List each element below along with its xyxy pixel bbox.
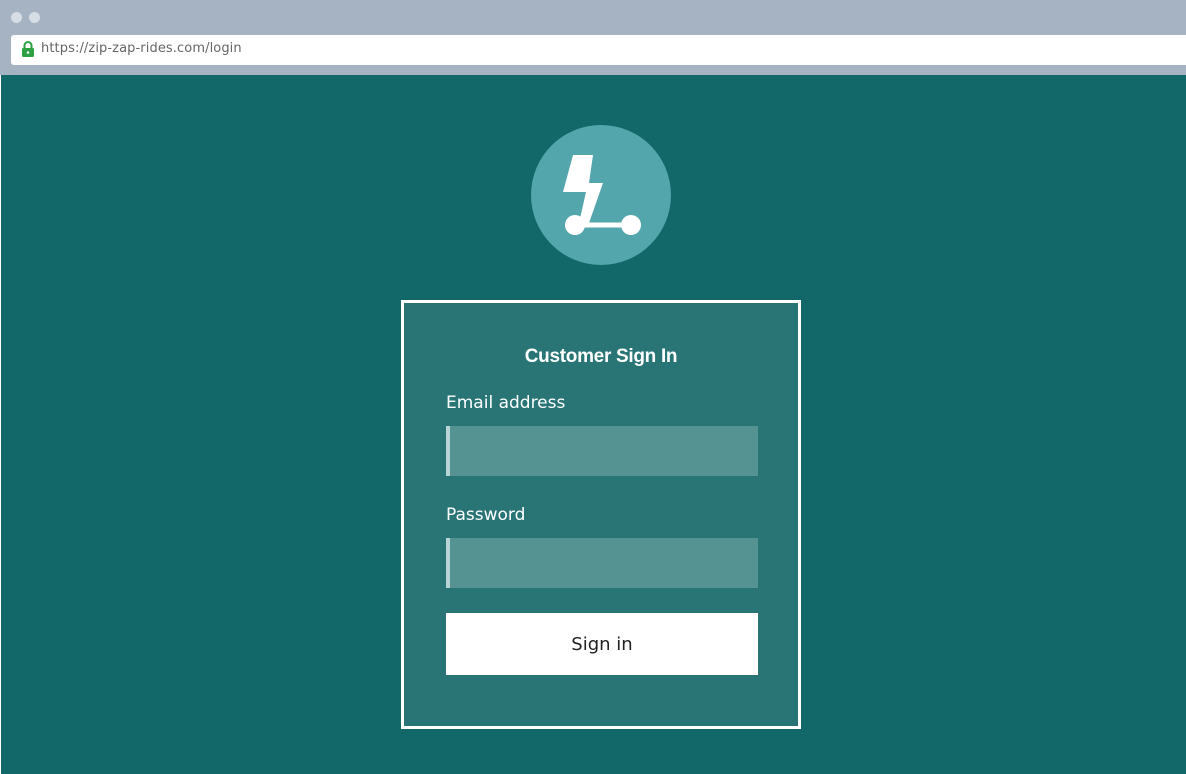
sign-in-button[interactable]: Sign in xyxy=(446,613,758,675)
url-text[interactable]: https://zip-zap-rides.com/login xyxy=(41,41,242,56)
window-control-dot[interactable] xyxy=(29,12,40,23)
email-label: Email address xyxy=(446,393,566,413)
window-control-dot[interactable] xyxy=(11,12,22,23)
lock-icon xyxy=(21,41,35,57)
login-title: Customer Sign In xyxy=(524,346,678,367)
brand-logo xyxy=(531,125,671,265)
password-label: Password xyxy=(446,505,526,525)
login-page: Customer Sign In Email address Password … xyxy=(1,75,1186,774)
scooter-lightning-icon xyxy=(563,155,641,235)
browser-chrome: https://zip-zap-rides.com/login xyxy=(0,0,1186,75)
login-form: Customer Sign In Email address Password … xyxy=(401,300,801,729)
password-field[interactable] xyxy=(446,538,758,588)
address-bar[interactable]: https://zip-zap-rides.com/login xyxy=(11,35,1186,65)
email-field[interactable] xyxy=(446,426,758,476)
